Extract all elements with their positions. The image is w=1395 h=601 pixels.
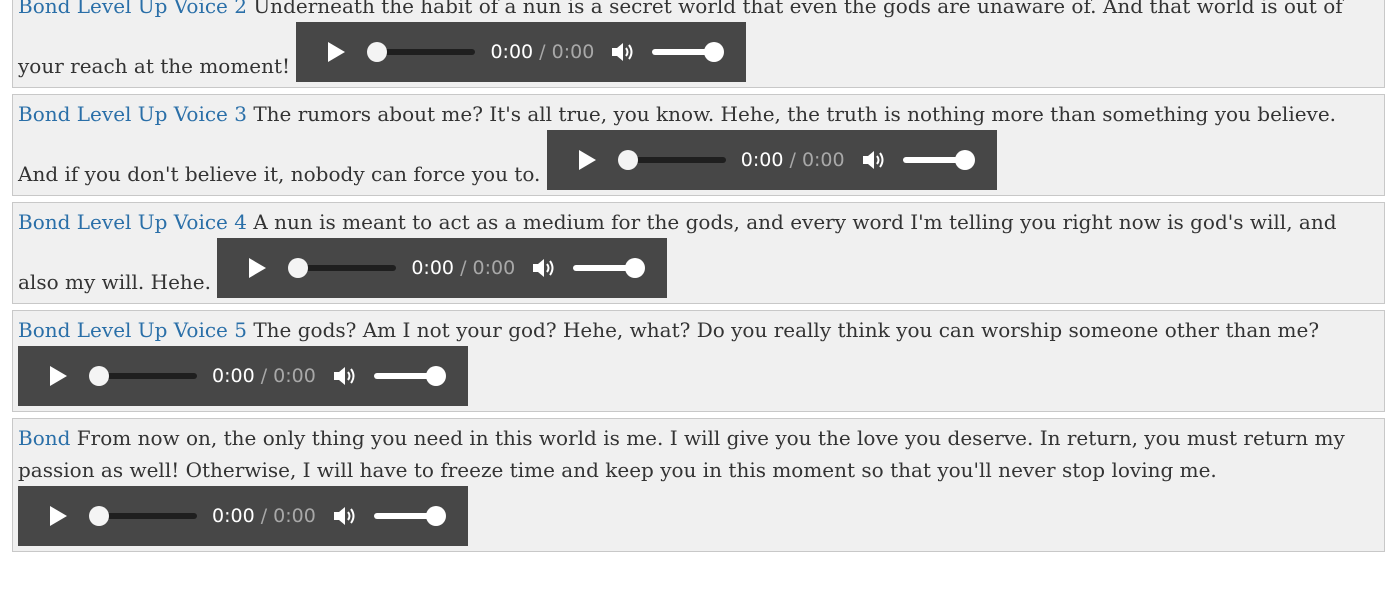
audio-player: 0:00 / 0:00: [217, 238, 668, 298]
duration-time: 0:00: [273, 505, 316, 527]
seek-bar-thumb[interactable]: [617, 150, 638, 170]
voice-line-entry: Bond From now on, the only thing you nee…: [12, 418, 1385, 552]
voice-line-entry: Bond Level Up Voice 5 The gods? Am I not…: [12, 310, 1385, 412]
time-separator: /: [539, 41, 546, 63]
duration-time: 0:00: [801, 149, 845, 171]
voice-line-text: From now on, the only thing you need in …: [18, 426, 1345, 482]
time-display: 0:00 / 0:00: [212, 505, 316, 527]
viewport: Bond Level Up Voice 2 Underneath the hab…: [0, 0, 1395, 601]
voice-line-title-link[interactable]: Bond Level Up Voice 2: [18, 0, 247, 18]
volume-icon[interactable]: [611, 41, 635, 63]
voice-line-title-link[interactable]: Bond: [18, 426, 70, 450]
seek-bar-thumb[interactable]: [288, 258, 309, 278]
play-icon[interactable]: [576, 149, 598, 171]
seek-bar-thumb[interactable]: [367, 42, 388, 62]
audio-player: 0:00 / 0:00: [18, 346, 468, 406]
duration-time: 0:00: [551, 41, 595, 63]
voice-line-text: The gods? Am I not your god? Hehe, what?…: [253, 318, 1320, 342]
volume-icon[interactable]: [532, 257, 556, 279]
seek-bar-thumb[interactable]: [89, 506, 109, 526]
time-display: 0:00 / 0:00: [490, 41, 594, 63]
seek-bar-thumb[interactable]: [89, 366, 109, 386]
voice-line-title-link[interactable]: Bond Level Up Voice 4: [18, 210, 247, 234]
audio-player: 0:00 / 0:00: [546, 130, 997, 190]
current-time: 0:00: [490, 41, 534, 63]
volume-icon[interactable]: [333, 505, 357, 527]
voice-line-entry: Bond Level Up Voice 3 The rumors about m…: [12, 94, 1385, 196]
play-icon[interactable]: [47, 505, 69, 527]
volume-slider-thumb[interactable]: [625, 258, 646, 278]
volume-slider-thumb[interactable]: [426, 506, 446, 526]
play-icon[interactable]: [325, 41, 347, 63]
volume-slider-thumb[interactable]: [704, 42, 725, 62]
time-display: 0:00 / 0:00: [411, 257, 515, 279]
current-time: 0:00: [212, 365, 255, 387]
audio-player: 0:00 / 0:00: [296, 22, 747, 82]
volume-icon[interactable]: [333, 365, 357, 387]
duration-time: 0:00: [472, 257, 516, 279]
volume-slider-thumb[interactable]: [426, 366, 446, 386]
volume-icon[interactable]: [862, 149, 886, 171]
play-icon[interactable]: [246, 257, 268, 279]
play-icon[interactable]: [47, 365, 69, 387]
duration-time: 0:00: [273, 365, 316, 387]
voice-line-entry: Bond Level Up Voice 4 A nun is meant to …: [12, 202, 1385, 304]
time-display: 0:00 / 0:00: [741, 149, 845, 171]
time-separator: /: [260, 505, 268, 527]
voice-line-entry: Bond Level Up Voice 2 Underneath the hab…: [12, 0, 1385, 88]
audio-player: 0:00 / 0:00: [18, 486, 468, 546]
voice-line-title-link[interactable]: Bond Level Up Voice 3: [18, 102, 247, 126]
time-separator: /: [789, 149, 796, 171]
current-time: 0:00: [411, 257, 455, 279]
time-separator: /: [460, 257, 467, 279]
current-time: 0:00: [740, 149, 784, 171]
current-time: 0:00: [212, 505, 255, 527]
volume-slider-thumb[interactable]: [954, 150, 975, 170]
voice-line-title-link[interactable]: Bond Level Up Voice 5: [18, 318, 247, 342]
voice-lines-list: Bond Level Up Voice 2 Underneath the hab…: [0, 0, 1395, 558]
time-separator: /: [260, 365, 268, 387]
time-display: 0:00 / 0:00: [212, 365, 316, 387]
